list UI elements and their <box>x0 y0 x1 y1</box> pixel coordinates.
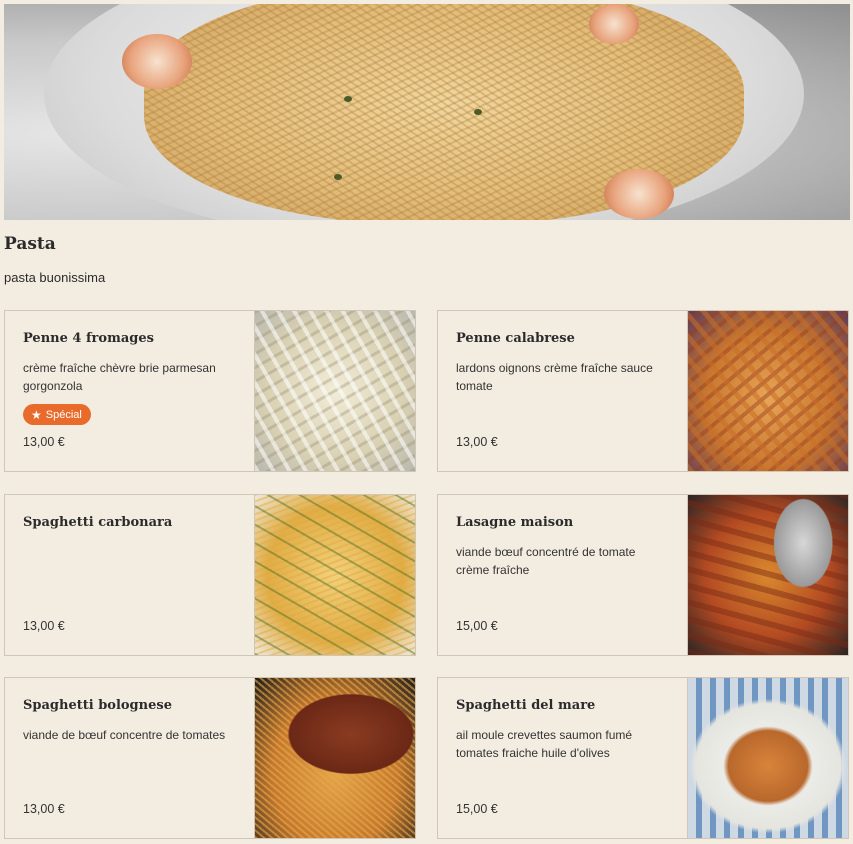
item-price: 13,00 € <box>23 619 65 633</box>
menu-item-card[interactable]: Spaghetti del mare ail moule crevettes s… <box>437 677 849 839</box>
item-photo <box>254 495 415 655</box>
shrimp-shape <box>589 4 639 44</box>
item-price: 13,00 € <box>23 802 65 816</box>
item-photo <box>687 311 848 471</box>
item-photo <box>687 678 848 838</box>
item-name: Lasagne maison <box>456 515 574 530</box>
item-name: Spaghetti bolognese <box>23 698 172 713</box>
item-photo <box>687 495 848 655</box>
shrimp-shape <box>122 34 192 89</box>
item-price: 15,00 € <box>456 802 498 816</box>
herb-shape <box>344 96 352 102</box>
star-icon: ★ <box>31 407 42 422</box>
section-description: pasta buonissima <box>4 270 106 285</box>
menu-item-card[interactable]: Penne calabrese lardons oignons crème fr… <box>437 310 849 472</box>
item-description: crème fraîche chèvre brie parmesan gorgo… <box>23 361 216 393</box>
item-photo <box>254 678 415 838</box>
item-description: lardons oignons crème fraîche sauce toma… <box>456 361 653 393</box>
shrimp-shape <box>604 169 674 219</box>
item-name: Spaghetti del mare <box>456 698 596 713</box>
badge-label: Spécial <box>45 408 82 421</box>
item-name: Penne 4 fromages <box>23 331 154 346</box>
item-description: viande bœuf concentré de tomate crème fr… <box>456 545 636 577</box>
item-photo <box>254 311 415 471</box>
item-description: ail moule crevettes saumon fumé tomates … <box>456 728 633 760</box>
section-title: Pasta <box>4 234 56 254</box>
hero-image <box>4 4 850 220</box>
menu-item-card[interactable]: Spaghetti bolognese viande de bœuf conce… <box>4 677 416 839</box>
menu-item-card[interactable]: Spaghetti carbonara 13,00 € <box>4 494 416 656</box>
item-price: 13,00 € <box>23 435 65 449</box>
item-price: 15,00 € <box>456 619 498 633</box>
herb-shape <box>474 109 482 115</box>
special-badge: ★ Spécial <box>23 404 91 425</box>
menu-item-card[interactable]: Penne 4 fromages crème fraîche chèvre br… <box>4 310 416 472</box>
herb-shape <box>334 174 342 180</box>
item-name: Penne calabrese <box>456 331 575 346</box>
item-name: Spaghetti carbonara <box>23 515 173 530</box>
item-price: 13,00 € <box>456 435 498 449</box>
menu-item-card[interactable]: Lasagne maison viande bœuf concentré de … <box>437 494 849 656</box>
item-description: viande de bœuf concentre de tomates <box>23 728 226 742</box>
